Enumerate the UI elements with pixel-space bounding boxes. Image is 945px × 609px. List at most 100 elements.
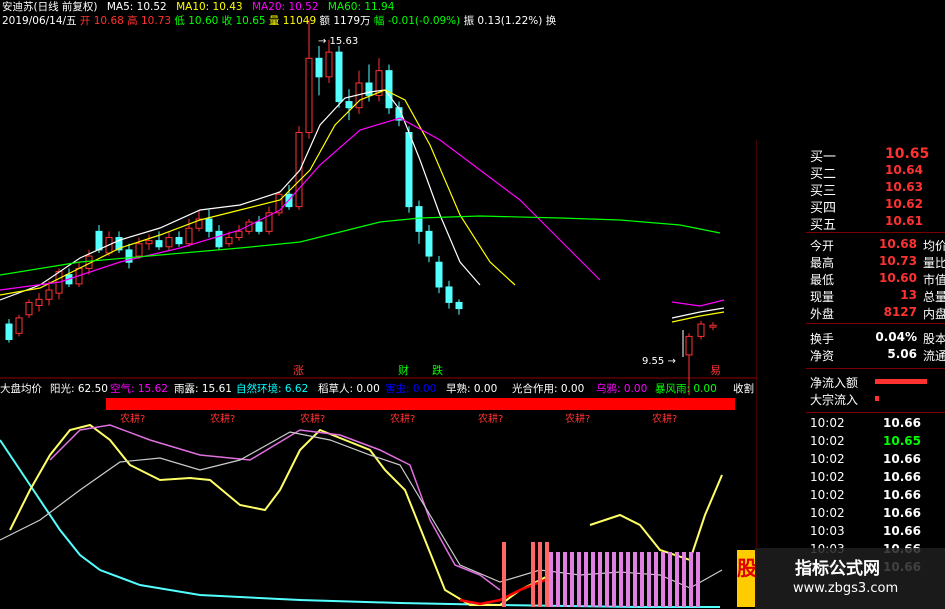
tick-price: 10.66 — [883, 470, 921, 484]
signal-bar — [605, 552, 609, 607]
candle-body — [345, 101, 353, 109]
farm-label: 农耕? — [390, 412, 415, 425]
tick-price: 10.66 — [883, 416, 921, 430]
watermark-url: www.zbgs3.com — [793, 581, 899, 596]
signal-bar — [654, 552, 658, 607]
signal-bar — [549, 552, 553, 607]
signal-bar — [577, 552, 581, 607]
watermark-title: 指标公式网 — [795, 559, 880, 579]
farm-label: 农耕? — [120, 412, 145, 425]
event-mark: 涨 — [293, 364, 304, 377]
quote-header: 安迪苏(日线 前复权) MA5: 10.52 MA10: 10.43 MA20:… — [0, 0, 556, 28]
bid-price[interactable]: 10.62 — [885, 197, 923, 211]
ma60-label: MA60: 11.94 — [327, 1, 395, 13]
tick-time: 10:02 — [810, 434, 845, 448]
net-inflow-bar — [875, 379, 927, 384]
indicator-legend: 大盘均价 阳光: 62.50 空气: 15.62 雨露: 15.61 自然环境: 6.6… — [0, 381, 760, 395]
indicator-legend-item: 自然环境: 6.62 — [236, 383, 309, 395]
tick-time: 10:03 — [810, 524, 845, 538]
turnover-label: 换 — [545, 15, 557, 27]
candle-body — [155, 240, 163, 248]
redacted-box-top-right — [535, 0, 945, 140]
signal-bar — [591, 552, 595, 607]
event-mark: 财 — [398, 363, 409, 377]
stat-label-2: 内盘 — [923, 307, 945, 321]
signal-bar — [661, 552, 665, 607]
indicator-legend-item: 空气: 15.62 — [110, 383, 168, 395]
candle-body — [295, 131, 303, 208]
signal-bar-red — [502, 542, 506, 607]
max-price-label: → 15.63 — [318, 36, 358, 47]
stat2-value: 0.04% — [875, 330, 917, 344]
indicator-yellow-line-2 — [589, 474, 723, 562]
tick-time: 10:02 — [810, 452, 845, 466]
panel-divider — [806, 412, 945, 413]
candle-body — [5, 323, 13, 340]
candle-body — [425, 230, 433, 257]
signal-bar — [584, 552, 588, 607]
indicator-legend-item: 乌鸦: 0.00 — [596, 383, 648, 395]
stat-value: 8127 — [883, 305, 917, 319]
stat-label: 今开 — [810, 239, 835, 253]
tick-price: 10.66 — [883, 488, 921, 502]
date-label: 2019/06/14/五 — [2, 15, 77, 27]
stat-label: 现量 — [810, 290, 835, 304]
candle-body — [315, 57, 323, 78]
bid-price[interactable]: 10.63 — [885, 180, 923, 194]
candle-body — [685, 335, 693, 356]
farm-label: 农耕? — [565, 412, 590, 425]
candle-body — [325, 51, 333, 78]
candle-body — [235, 230, 243, 239]
block-inflow-label: 大宗流入 — [810, 393, 859, 407]
panel-divider — [806, 323, 945, 324]
tick-time: 10:02 — [810, 416, 845, 430]
candle-body — [255, 221, 263, 232]
signal-bar-red — [531, 542, 535, 607]
signal-bar — [612, 552, 616, 607]
signal-bar — [598, 552, 602, 607]
stat-label: 最高 — [810, 256, 835, 270]
stat-label-2: 均价 — [923, 239, 945, 253]
watermark-side-char: 股 — [737, 550, 757, 607]
ma5-label: MA5: 10.52 — [106, 1, 167, 13]
tick-time: 10:02 — [810, 506, 845, 520]
tick-price: 10.66 — [883, 524, 921, 538]
candle-body — [305, 57, 313, 133]
quote-panel[interactable]: 买一 10.65 买二 10.64 买三 10.63 买四 10.62 买五 10.61 今开 10.… — [757, 140, 945, 609]
bid-price[interactable]: 10.64 — [885, 163, 923, 177]
stat-value: 13 — [900, 288, 917, 302]
indicator-legend-item: 光合作用: 0.00 — [512, 383, 585, 395]
tick-time: 10:02 — [810, 470, 845, 484]
low-label: 低 10.60 — [174, 15, 219, 27]
signal-bar — [563, 552, 567, 607]
amplitude-label: 振 0.13(1.22%) — [463, 15, 543, 27]
candle-body — [135, 243, 143, 257]
candle-body — [15, 317, 23, 334]
bid-price[interactable]: 10.61 — [885, 214, 923, 228]
stat-label-2: 总量 — [923, 290, 945, 304]
stat2-label: 换手 — [810, 332, 835, 346]
harvest-bar — [106, 398, 735, 410]
stat-label-2: 市值 — [923, 273, 945, 287]
signal-bar — [556, 552, 560, 607]
net-inflow-label: 净流入额 — [810, 376, 859, 390]
indicator-legend-item: 暴风雨: 0.00 — [655, 383, 717, 395]
ma10-label: MA10: 10.43 — [176, 1, 243, 13]
stat-value: 10.73 — [879, 254, 917, 268]
amount-label: 额 1179万 — [319, 15, 371, 27]
tick-price: 10.66 — [883, 506, 921, 520]
bid-label: 买五 — [810, 218, 837, 233]
candle-body — [709, 324, 717, 328]
indicator-yellow-line — [9, 423, 551, 606]
candle-body — [445, 286, 453, 303]
stat2-label: 净资 — [810, 349, 835, 363]
signal-bar — [619, 552, 623, 607]
signal-bar-red — [538, 542, 542, 607]
open-label: 开 10.68 — [79, 15, 124, 27]
stat-value: 10.68 — [879, 237, 917, 251]
candle-body — [435, 261, 443, 288]
ma20-label: MA20: 10.52 — [251, 1, 319, 13]
signal-bar — [675, 552, 679, 607]
tick-time: 10:02 — [810, 488, 845, 502]
bid-price[interactable]: 10.65 — [885, 146, 929, 162]
